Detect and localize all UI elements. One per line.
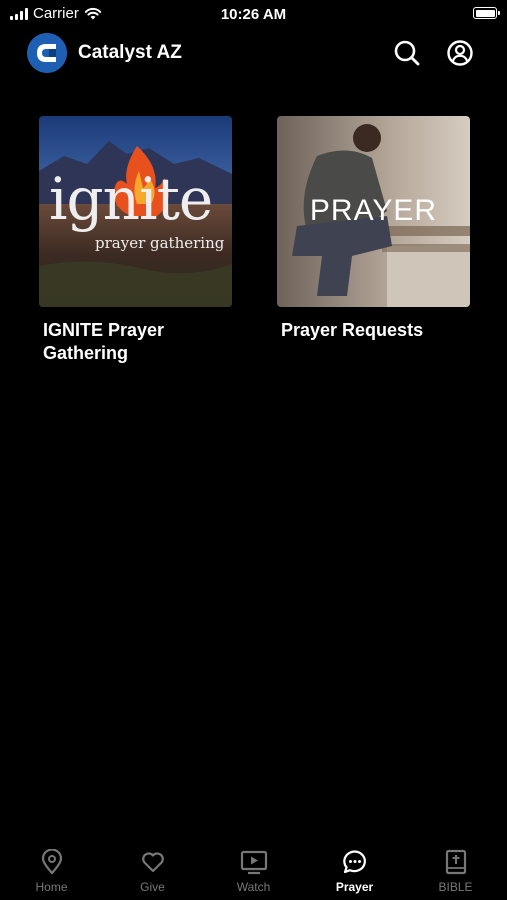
catalyst-logo-icon[interactable] <box>27 33 67 73</box>
tab-watch[interactable]: Watch <box>203 842 304 894</box>
account-icon[interactable] <box>446 39 474 67</box>
tab-label: Watch <box>236 880 271 894</box>
chat-bubble-icon <box>342 850 366 874</box>
tab-prayer[interactable]: Prayer <box>304 842 405 894</box>
ignite-image-word: ignite <box>49 165 213 233</box>
ignite-thumbnail[interactable]: ignite prayer gathering <box>39 116 232 307</box>
tile-ignite-prayer-gathering[interactable]: ignite prayer gathering IGNITE Prayer Ga… <box>39 116 232 365</box>
tile-title[interactable]: Prayer Requests <box>281 319 470 342</box>
tile-prayer-requests[interactable]: PRAYER Prayer Requests <box>277 116 470 342</box>
tab-bar: Home Give Watch Prayer BIBLE <box>0 842 507 900</box>
status-bar: Carrier 10:26 AM <box>0 0 507 28</box>
tab-home[interactable]: Home <box>1 842 102 894</box>
bible-icon <box>445 849 466 875</box>
tile-title[interactable]: IGNITE Prayer Gathering <box>43 319 232 365</box>
play-screen-icon <box>240 850 267 875</box>
ignite-image-subtitle: prayer gathering <box>95 234 225 252</box>
search-icon[interactable] <box>393 39 421 67</box>
tab-label: BIBLE <box>438 880 473 894</box>
heart-icon <box>141 852 164 873</box>
location-pin-icon <box>41 849 62 875</box>
app-header: Catalyst AZ <box>0 30 507 76</box>
prayer-image-word: PRAYER <box>309 194 438 227</box>
tab-label: Give <box>140 880 165 894</box>
tab-label: Prayer <box>335 880 374 894</box>
status-time: 10:26 AM <box>220 6 287 23</box>
tab-bible[interactable]: BIBLE <box>405 842 506 894</box>
app-title: Catalyst AZ <box>78 42 182 63</box>
tab-label: Home <box>35 880 68 894</box>
prayer-thumbnail[interactable]: PRAYER <box>277 116 470 307</box>
battery-icon <box>473 7 500 19</box>
tab-give[interactable]: Give <box>102 842 203 894</box>
